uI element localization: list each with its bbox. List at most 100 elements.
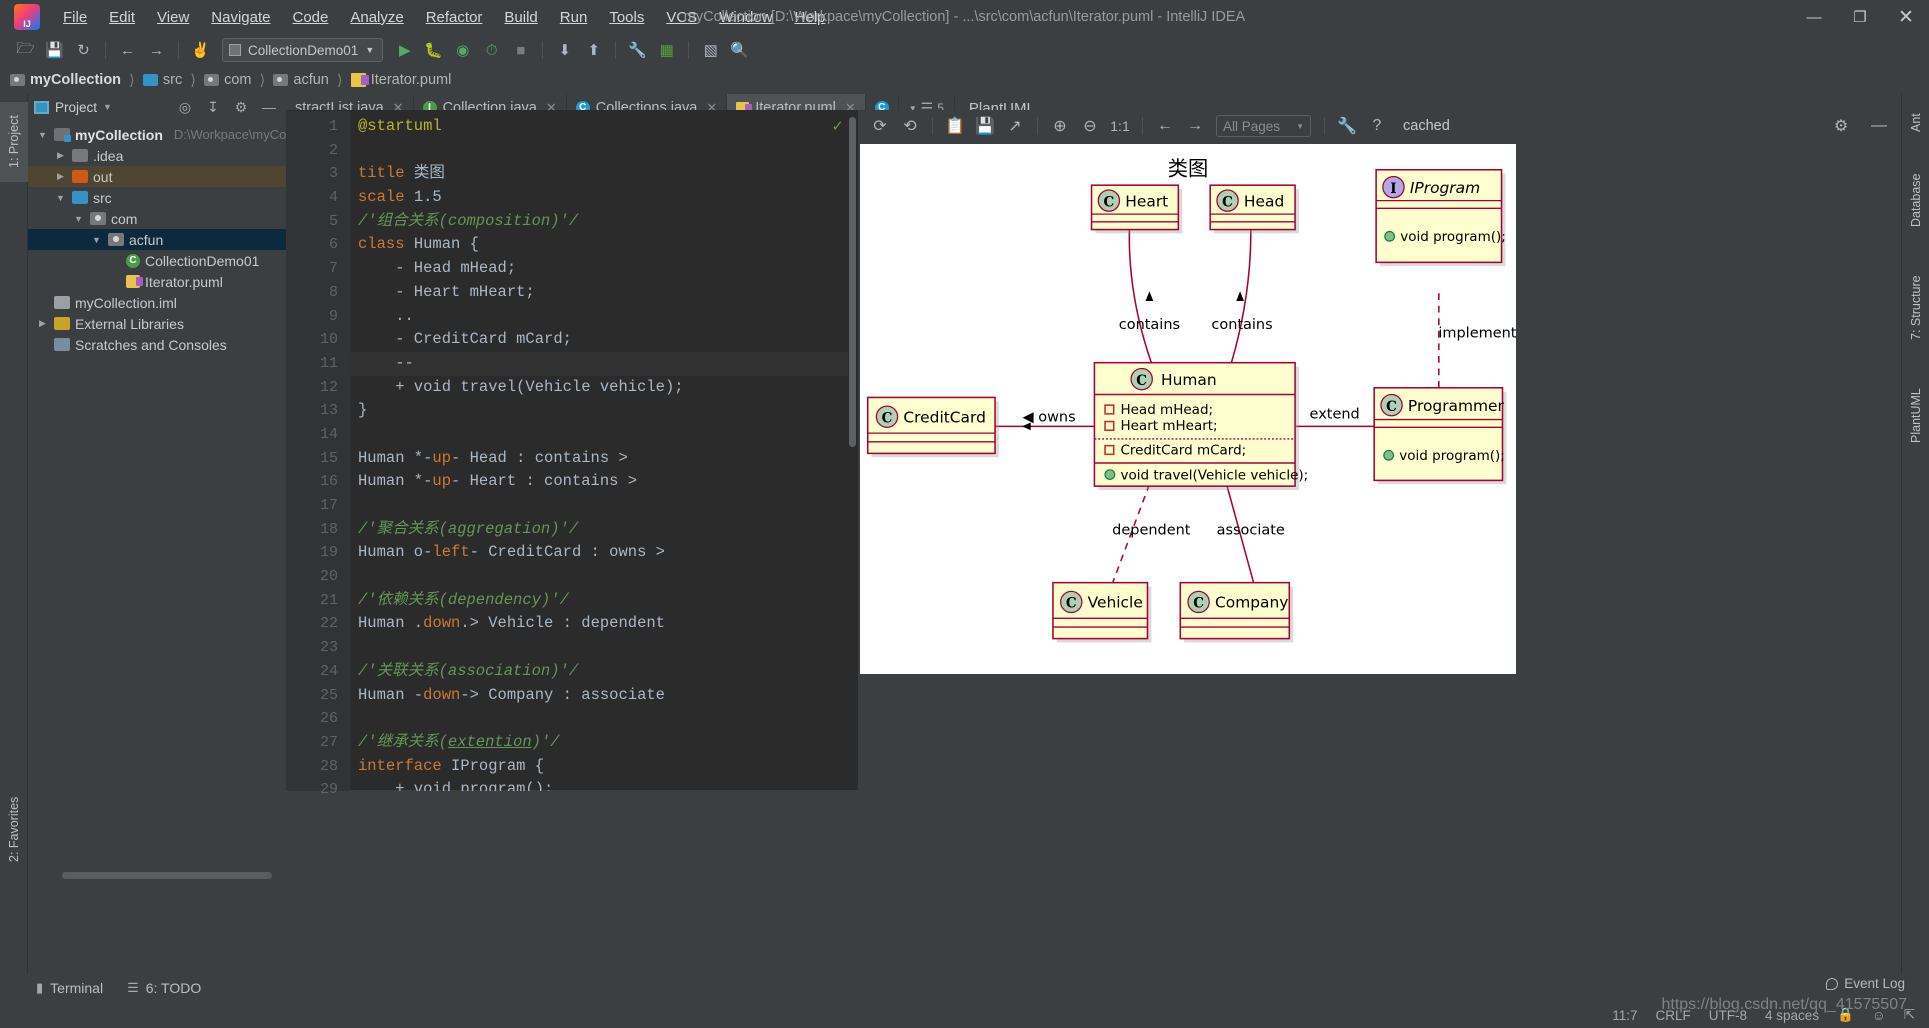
tree-node-src[interactable]: ▼ src	[28, 187, 286, 208]
zoom-reset-button[interactable]: 1:1	[1106, 113, 1134, 139]
open-folder-icon[interactable]: 🗁	[12, 37, 39, 63]
expand-arrow-icon[interactable]: ▼	[54, 193, 67, 203]
menu-refactor[interactable]: Refactor	[415, 5, 494, 30]
settings-gear-icon[interactable]: ⚙	[230, 96, 252, 118]
sidebar-item-structure[interactable]: 7: Structure	[1902, 254, 1929, 362]
event-log-button[interactable]: Event Log	[1826, 976, 1905, 991]
uml-class-company[interactable]: C Company	[1180, 583, 1293, 643]
code-line[interactable]	[350, 565, 848, 589]
code-line[interactable]: /'继承关系(extention)'/	[350, 731, 848, 755]
tree-node-acfun[interactable]: ▼ acfun	[28, 229, 286, 250]
menu-build[interactable]: Build	[493, 5, 548, 30]
caret-position[interactable]: 11:7	[1612, 1008, 1637, 1023]
run-coverage-icon[interactable]: ◉	[449, 37, 476, 63]
project-panel-horizontal-scrollbar[interactable]	[62, 872, 272, 879]
bottom-item-todo[interactable]: ☰ 6: TODO	[127, 980, 201, 996]
stop-icon[interactable]: ■	[507, 37, 534, 63]
profiler-icon[interactable]: ⏱	[478, 37, 505, 63]
back-arrow-icon[interactable]: ←	[114, 37, 141, 63]
breadcrumb-item-mycollection[interactable]: myCollection	[10, 72, 121, 88]
menu-file[interactable]: File	[52, 5, 98, 30]
code-line[interactable]: @startuml	[350, 115, 848, 139]
hector-icon[interactable]: ☺	[1872, 1008, 1886, 1023]
sync-icon[interactable]: ↻	[70, 37, 97, 63]
sidebar-item-favorites[interactable]: 2: Favorites	[0, 774, 28, 884]
menu-run[interactable]: Run	[549, 5, 599, 30]
save-diagram-icon[interactable]: 💾	[971, 113, 999, 139]
menu-window[interactable]: Window	[708, 5, 783, 30]
expand-arrow-icon[interactable]: ▼	[72, 214, 85, 224]
external-open-icon[interactable]: ↗	[1001, 113, 1029, 139]
expand-arrow-icon[interactable]: ▶	[54, 171, 67, 182]
lock-icon[interactable]: 🔒	[1837, 1007, 1854, 1023]
plantuml-diagram-canvas[interactable]: 类图 contains contains ◀ owns	[860, 144, 1516, 674]
commit-icon[interactable]: ⬆	[580, 37, 607, 63]
hide-icon[interactable]: —	[1865, 113, 1893, 139]
uml-class-heart[interactable]: C Heart	[1092, 185, 1183, 233]
refresh-icon[interactable]: ⟳	[866, 113, 894, 139]
prev-page-icon[interactable]: ←	[1151, 113, 1179, 139]
uml-class-head[interactable]: C Head	[1210, 185, 1299, 233]
code-line[interactable]: scale 1.5	[350, 186, 848, 210]
expand-arrow-icon[interactable]: ▶	[36, 318, 49, 329]
uml-class-creditcard[interactable]: C CreditCard	[868, 397, 999, 457]
branch-icon[interactable]: ⇱	[1904, 1007, 1915, 1023]
code-editor[interactable]: 1234567891011121314151617181920212223242…	[286, 110, 858, 790]
tree-node-out[interactable]: ▶ out	[28, 166, 286, 187]
tree-node-com[interactable]: ▼ com	[28, 208, 286, 229]
locate-icon[interactable]: ◎	[174, 96, 196, 118]
sidebar-item-ant[interactable]: Ant	[1902, 100, 1929, 146]
code-line[interactable]: /'依赖关系(dependency)'/	[350, 589, 848, 613]
editor-vertical-scrollbar[interactable]	[849, 117, 856, 447]
code-line[interactable]: interface IProgram {	[350, 755, 848, 779]
help-icon[interactable]: ?	[1363, 113, 1391, 139]
uml-interface-iprogram[interactable]: I IProgram void program();	[1376, 170, 1506, 266]
update-project-icon[interactable]: ⬇	[551, 37, 578, 63]
code-line[interactable]: + void program();	[350, 778, 848, 791]
tree-node-idea[interactable]: ▶ .idea	[28, 145, 286, 166]
code-line[interactable]: - Head mHead;	[350, 257, 848, 281]
code-line[interactable]	[350, 423, 848, 447]
indent-setting[interactable]: 4 spaces	[1765, 1008, 1819, 1023]
code-line[interactable]: + void travel(Vehicle vehicle);	[350, 376, 848, 400]
breadcrumb-item-iterator-puml[interactable]: Iterator.puml	[351, 72, 452, 88]
run-configuration-selector[interactable]: CollectionDemo01 ▼	[222, 38, 383, 62]
expand-arrow-icon[interactable]: ▶	[54, 150, 67, 161]
run-icon[interactable]: ▶	[391, 37, 418, 63]
tree-node-mycollection[interactable]: ▼ myCollection D:\Workpace\myColle	[28, 124, 286, 145]
tree-node-external-libraries[interactable]: ▶ External Libraries	[28, 313, 286, 334]
minimize-button[interactable]: —	[1791, 0, 1837, 34]
menu-tools[interactable]: Tools	[598, 5, 655, 30]
settings-wrench-icon[interactable]: 🔧	[624, 37, 651, 63]
forward-arrow-icon[interactable]: →	[143, 37, 170, 63]
code-line[interactable]: /'组合关系(composition)'/	[350, 210, 848, 234]
breadcrumb-item-com[interactable]: com	[204, 72, 251, 88]
pages-select[interactable]: All Pages ▼	[1216, 115, 1311, 137]
breadcrumb-item-acfun[interactable]: acfun	[273, 72, 328, 88]
close-button[interactable]: ✕	[1883, 0, 1929, 34]
code-line[interactable]	[350, 636, 848, 660]
code-line[interactable]: Human *-up- Heart : contains >	[350, 470, 848, 494]
project-panel-title-group[interactable]: Project ▼	[34, 100, 112, 115]
breadcrumb-item-src[interactable]: src	[143, 72, 182, 88]
collapse-all-icon[interactable]: ↧	[202, 96, 224, 118]
menu-code[interactable]: Code	[281, 5, 339, 30]
line-separator[interactable]: CRLF	[1656, 1008, 1691, 1023]
code-line[interactable]: - CreditCard mCard;	[350, 328, 848, 352]
code-line[interactable]: ..	[350, 305, 848, 329]
uml-class-programmer[interactable]: C Programmer void program();	[1374, 388, 1506, 484]
tree-node-iterator-puml[interactable]: Iterator.puml	[28, 271, 286, 292]
code-line[interactable]: /'聚合关系(aggregation)'/	[350, 518, 848, 542]
sidebar-item-plantuml[interactable]: PlantUML	[1902, 370, 1929, 462]
code-line[interactable]: title 类图	[350, 162, 848, 186]
search-icon[interactable]: 🔍	[726, 37, 753, 63]
zoom-out-icon[interactable]: ⊖	[1076, 113, 1104, 139]
code-line[interactable]: /'关联关系(association)'/	[350, 660, 848, 684]
file-encoding[interactable]: UTF-8	[1709, 1008, 1747, 1023]
hide-icon[interactable]: —	[258, 96, 280, 118]
terminal-icon[interactable]: ▧	[697, 37, 724, 63]
code-line[interactable]	[350, 494, 848, 518]
bottom-item-terminal[interactable]: ▮ Terminal	[36, 980, 103, 996]
menu-edit[interactable]: Edit	[98, 5, 146, 30]
debug-icon[interactable]: 🐛	[420, 37, 447, 63]
